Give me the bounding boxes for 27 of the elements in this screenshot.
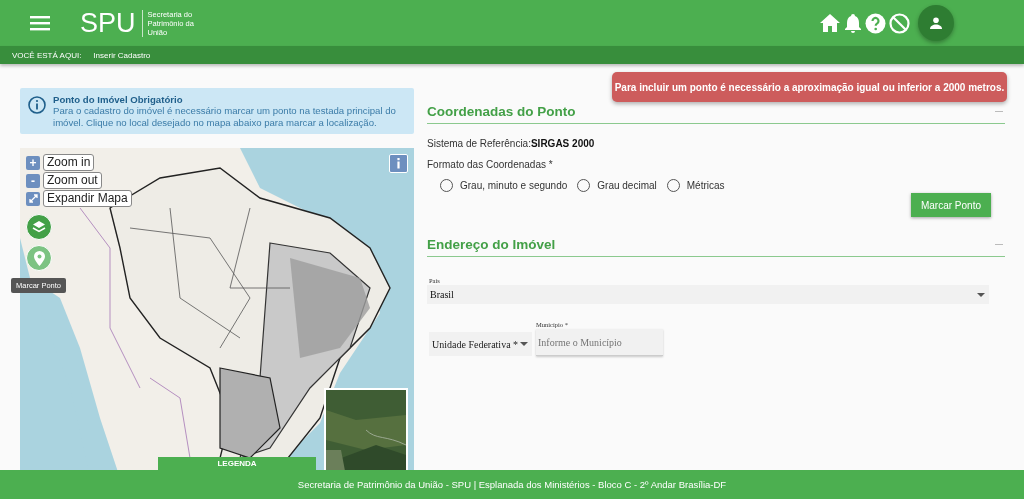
logo-text: SPU: [80, 7, 136, 39]
info-icon: [28, 96, 46, 114]
caret-icon: [520, 342, 528, 346]
toast-message: Para incluir um ponto é necessário a aproximação igual ou inferior a 2000 metros.: [612, 72, 1007, 102]
section-heading: Coordenadas do Ponto: [427, 104, 1005, 124]
person-icon: [930, 17, 942, 29]
field-label: Formato das Coordenadas *: [427, 159, 554, 170]
caret-icon: [977, 292, 985, 297]
radio-label[interactable]: Grau decimal: [597, 180, 657, 191]
radio-label[interactable]: Grau, minuto e segundo: [460, 180, 568, 191]
alert-text: Para o cadastro do imóvel é necessário marcar um ponto na testada principal do imóvel. Clique no local desejado no mapa abaixo para marcar a localização.: [53, 105, 397, 128]
section-heading: Endereço do Imóvel: [427, 237, 1005, 257]
user-avatar-button[interactable]: [918, 5, 954, 41]
reference-system-text: Sistema de Referência:SIRGAS 2000: [427, 138, 596, 149]
country-select[interactable]: Brasil: [427, 285, 989, 304]
footer-text: Secretaria de Patrimônio da União - SPU | Esplanada dos Ministérios - Bloco C - 2º Andar Brasília-DF: [297, 479, 727, 490]
help-icon[interactable]: [865, 12, 886, 34]
alert-title: Ponto do Imóvel Obrigatório: [53, 94, 184, 105]
menu-icon[interactable]: [30, 15, 50, 31]
blocked-icon[interactable]: [889, 12, 910, 34]
state-select[interactable]: Unidade Federativa *: [429, 332, 532, 356]
bell-icon[interactable]: [844, 12, 862, 34]
municipality-field[interactable]: Informe o Município: [536, 329, 663, 356]
breadcrumb-label: VOCÊ ESTÁ AQUI:: [12, 50, 82, 60]
breadcrumb-link[interactable]: Inserir Cadastro: [93, 50, 151, 60]
home-icon[interactable]: [819, 13, 841, 33]
radio-label[interactable]: Métricas: [686, 180, 725, 191]
